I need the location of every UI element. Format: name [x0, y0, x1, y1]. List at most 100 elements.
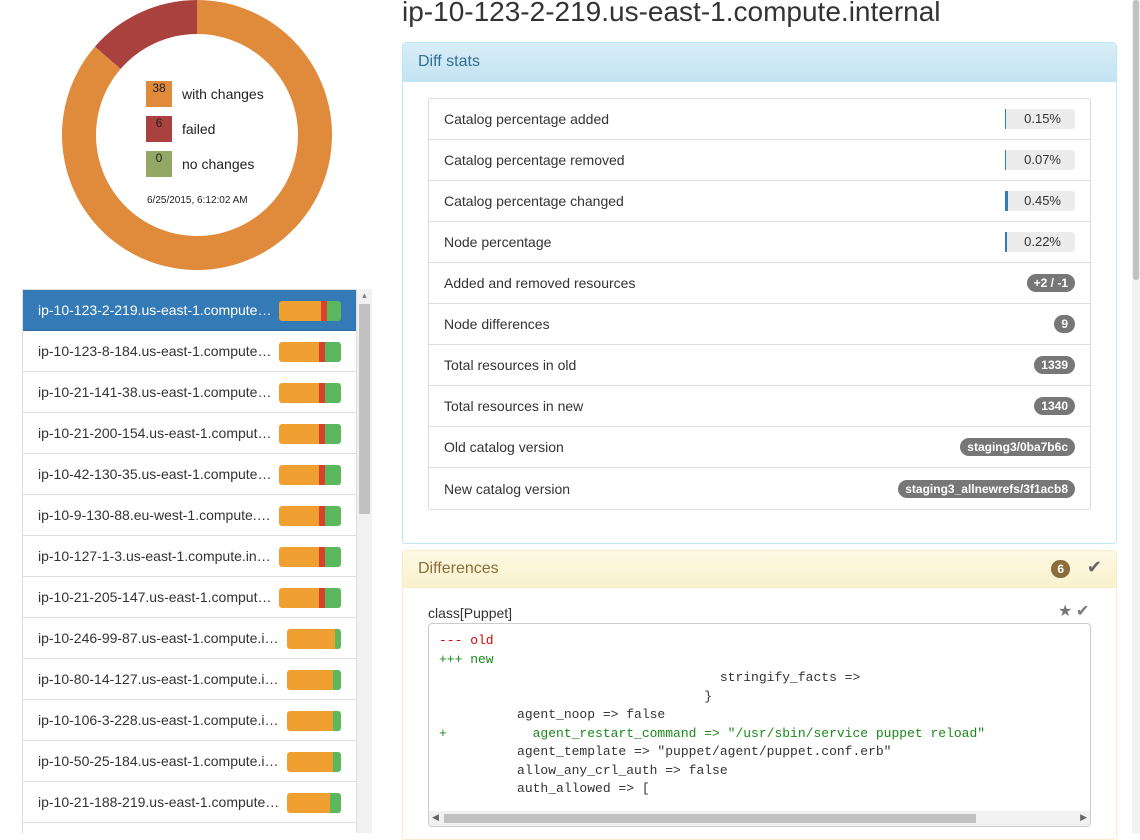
node-list-item[interactable]: ip-10-123-8-184.us-east-1.compute.intern…	[23, 331, 356, 372]
stat-progress: 0.07%	[1005, 150, 1075, 170]
stat-row: New catalog version staging3_allnewrefs/3…	[429, 468, 1090, 509]
node-list-item[interactable]: ip-10-21-205-147.us-east-1.compute.inter…	[23, 577, 356, 618]
stat-label: Node differences	[444, 316, 550, 332]
code-line: --- old	[439, 633, 494, 648]
node-list-item[interactable]: ip-10-106-3-228.us-east-1.compute.intern…	[23, 700, 356, 741]
node-list-item[interactable]: ip-10-9-130-88.eu-west-1.compute.interna…	[23, 495, 356, 536]
code-line: agent_template => "puppet/agent/puppet.c…	[439, 744, 892, 759]
stat-row: Catalog percentage removed 0.07%	[429, 140, 1090, 181]
node-status-bar	[279, 301, 341, 321]
node-list-item[interactable]: ip-10-127-1-3.us-east-1.compute.internal	[23, 536, 356, 577]
node-status-bar	[287, 752, 341, 772]
legend-swatch: 38	[146, 81, 172, 107]
status-bar-segment-nochg	[324, 506, 341, 526]
stat-progress: 0.22%	[1005, 232, 1075, 252]
check-icon[interactable]: ✔	[1076, 601, 1089, 621]
diff-stats-panel: Diff stats Catalog percentage added 0.15%…	[402, 42, 1117, 544]
code-line: }	[439, 688, 713, 704]
page-scrollbar[interactable]	[1132, 0, 1140, 833]
scroll-up-arrow-icon[interactable]: ▲	[357, 289, 372, 303]
node-name: ip-10-42-130-35.us-east-1.compute.intern…	[38, 466, 273, 482]
progress-fill	[1005, 150, 1006, 170]
node-list-item[interactable]: ip-10-21-200-154.us-east-1.compute.inter…	[23, 413, 356, 454]
differences-heading: Differences	[418, 560, 499, 577]
node-name: ip-10-21-200-154.us-east-1.compute.inter…	[38, 425, 273, 441]
stat-row: Node differences 9	[429, 304, 1090, 345]
stat-row: Catalog percentage changed 0.45%	[429, 181, 1090, 222]
status-bar-segment-changes	[279, 301, 321, 321]
node-status-bar	[287, 629, 341, 649]
status-bar-segment-changes	[279, 383, 319, 403]
node-list-item[interactable]: ip-10-21-141-38.us-east-1.compute.intern…	[23, 372, 356, 413]
page-scroll-thumb[interactable]	[1133, 0, 1139, 280]
status-bar-segment-changes	[279, 424, 319, 444]
status-bar-segment-nochg	[329, 793, 341, 813]
node-list-scrollbar[interactable]: ▲	[357, 289, 372, 833]
horizontal-scroll-thumb[interactable]	[444, 814, 976, 823]
code-line: agent_noop => false	[439, 707, 666, 722]
node-list-item[interactable]: ip-10-42-130-35.us-east-1.compute.intern…	[23, 454, 356, 495]
code-line: auth_allowed => [	[439, 781, 650, 796]
node-status-bar	[279, 506, 341, 526]
stat-row: Added and removed resources +2 / -1	[429, 263, 1090, 304]
status-bar-segment-nochg	[335, 629, 341, 649]
node-list-item[interactable]: ip-10-50-25-184.us-east-1.compute.intern…	[23, 741, 356, 782]
scroll-thumb[interactable]	[359, 304, 370, 514]
stat-value-badge: 1339	[1034, 356, 1075, 374]
node-name: ip-10-246-99-87.us-east-1.compute.intern…	[38, 630, 281, 646]
node-list-item[interactable]: ip-10-246-99-87.us-east-1.compute.intern…	[23, 618, 356, 659]
node-status-donut-chart: 38 with changes 6 failed 0 no changes 6/…	[62, 0, 332, 270]
node-name: ip-10-21-188-219.us-east-1.compute.inter…	[38, 794, 281, 810]
donut-slice-failed	[94, 0, 197, 69]
stat-value: 0.07%	[1024, 152, 1061, 167]
scroll-right-arrow-icon[interactable]: ▶	[1080, 812, 1087, 823]
stat-progress: 0.15%	[1005, 109, 1075, 129]
stat-label: New catalog version	[444, 480, 571, 497]
stat-value-badge: +2 / -1	[1026, 274, 1075, 292]
progress-fill	[1005, 191, 1009, 211]
node-list-item[interactable]: ip-10-123-2-219.us-east-1.compute.intern…	[23, 290, 356, 331]
stat-value-badge: staging3/0ba7b6c	[960, 438, 1075, 456]
node-status-bar	[279, 547, 341, 567]
legend-with-changes: 38 with changes	[146, 81, 264, 107]
status-bar-segment-nochg	[326, 301, 341, 321]
stat-row: Old catalog version staging3/0ba7b6c	[429, 427, 1090, 468]
stat-progress: 0.45%	[1005, 191, 1075, 211]
status-bar-segment-nochg	[324, 547, 341, 567]
legend-label: failed	[182, 121, 216, 137]
node-status-bar	[287, 670, 341, 690]
check-icon[interactable]: ✔	[1087, 557, 1102, 578]
stat-value: 0.22%	[1024, 234, 1061, 249]
node-list-item[interactable]: ip-10-80-14-127.us-east-1.compute.intern…	[23, 659, 356, 700]
stat-value-badge: 9	[1054, 315, 1075, 333]
status-bar-segment-changes	[279, 465, 319, 485]
node-list-item[interactable]: ip-10-21-188-219.us-east-1.compute.inter…	[23, 782, 356, 823]
horizontal-scrollbar[interactable]: ◀ ▶	[429, 811, 1090, 826]
stat-label: Old catalog version	[444, 439, 564, 455]
stat-label: Catalog percentage changed	[444, 193, 624, 209]
diff-stats-table: Catalog percentage added 0.15% Catalog per…	[428, 98, 1091, 510]
legend-label: with changes	[182, 86, 264, 102]
code-line: + agent_restart_command => "/usr/sbin/se…	[439, 725, 986, 741]
status-bar-segment-nochg	[332, 752, 341, 772]
code-line: allow_any_crl_auth => false	[439, 762, 728, 778]
legend-swatch: 0	[146, 151, 172, 177]
node-name: ip-10-50-25-184.us-east-1.compute.intern…	[38, 753, 281, 769]
scroll-left-arrow-icon[interactable]: ◀	[432, 812, 439, 823]
status-bar-segment-changes	[279, 506, 319, 526]
stat-row: Catalog percentage added 0.15%	[429, 99, 1090, 140]
status-bar-segment-nochg	[324, 342, 341, 362]
node-name: ip-10-80-14-127.us-east-1.compute.intern…	[38, 671, 281, 687]
stat-row: Total resources in new 1340	[429, 386, 1090, 427]
page-title: ip-10-123-2-219.us-east-1.compute.intern…	[402, 0, 941, 27]
differences-header[interactable]: Differences 6 ✔	[403, 551, 1116, 588]
node-list-item[interactable]	[23, 823, 356, 833]
differences-count-badge: 6	[1051, 560, 1070, 578]
node-name: ip-10-123-8-184.us-east-1.compute.intern…	[38, 343, 273, 359]
node-name: ip-10-106-3-228.us-east-1.compute.intern…	[38, 712, 281, 728]
diff-code-block: --- old +++ new stringify_facts => } agen…	[428, 623, 1091, 827]
legend-failed: 6 failed	[146, 116, 215, 142]
legend-no-changes: 0 no changes	[146, 151, 254, 177]
star-icon[interactable]: ★	[1058, 601, 1072, 621]
node-name: ip-10-127-1-3.us-east-1.compute.internal	[38, 548, 273, 564]
